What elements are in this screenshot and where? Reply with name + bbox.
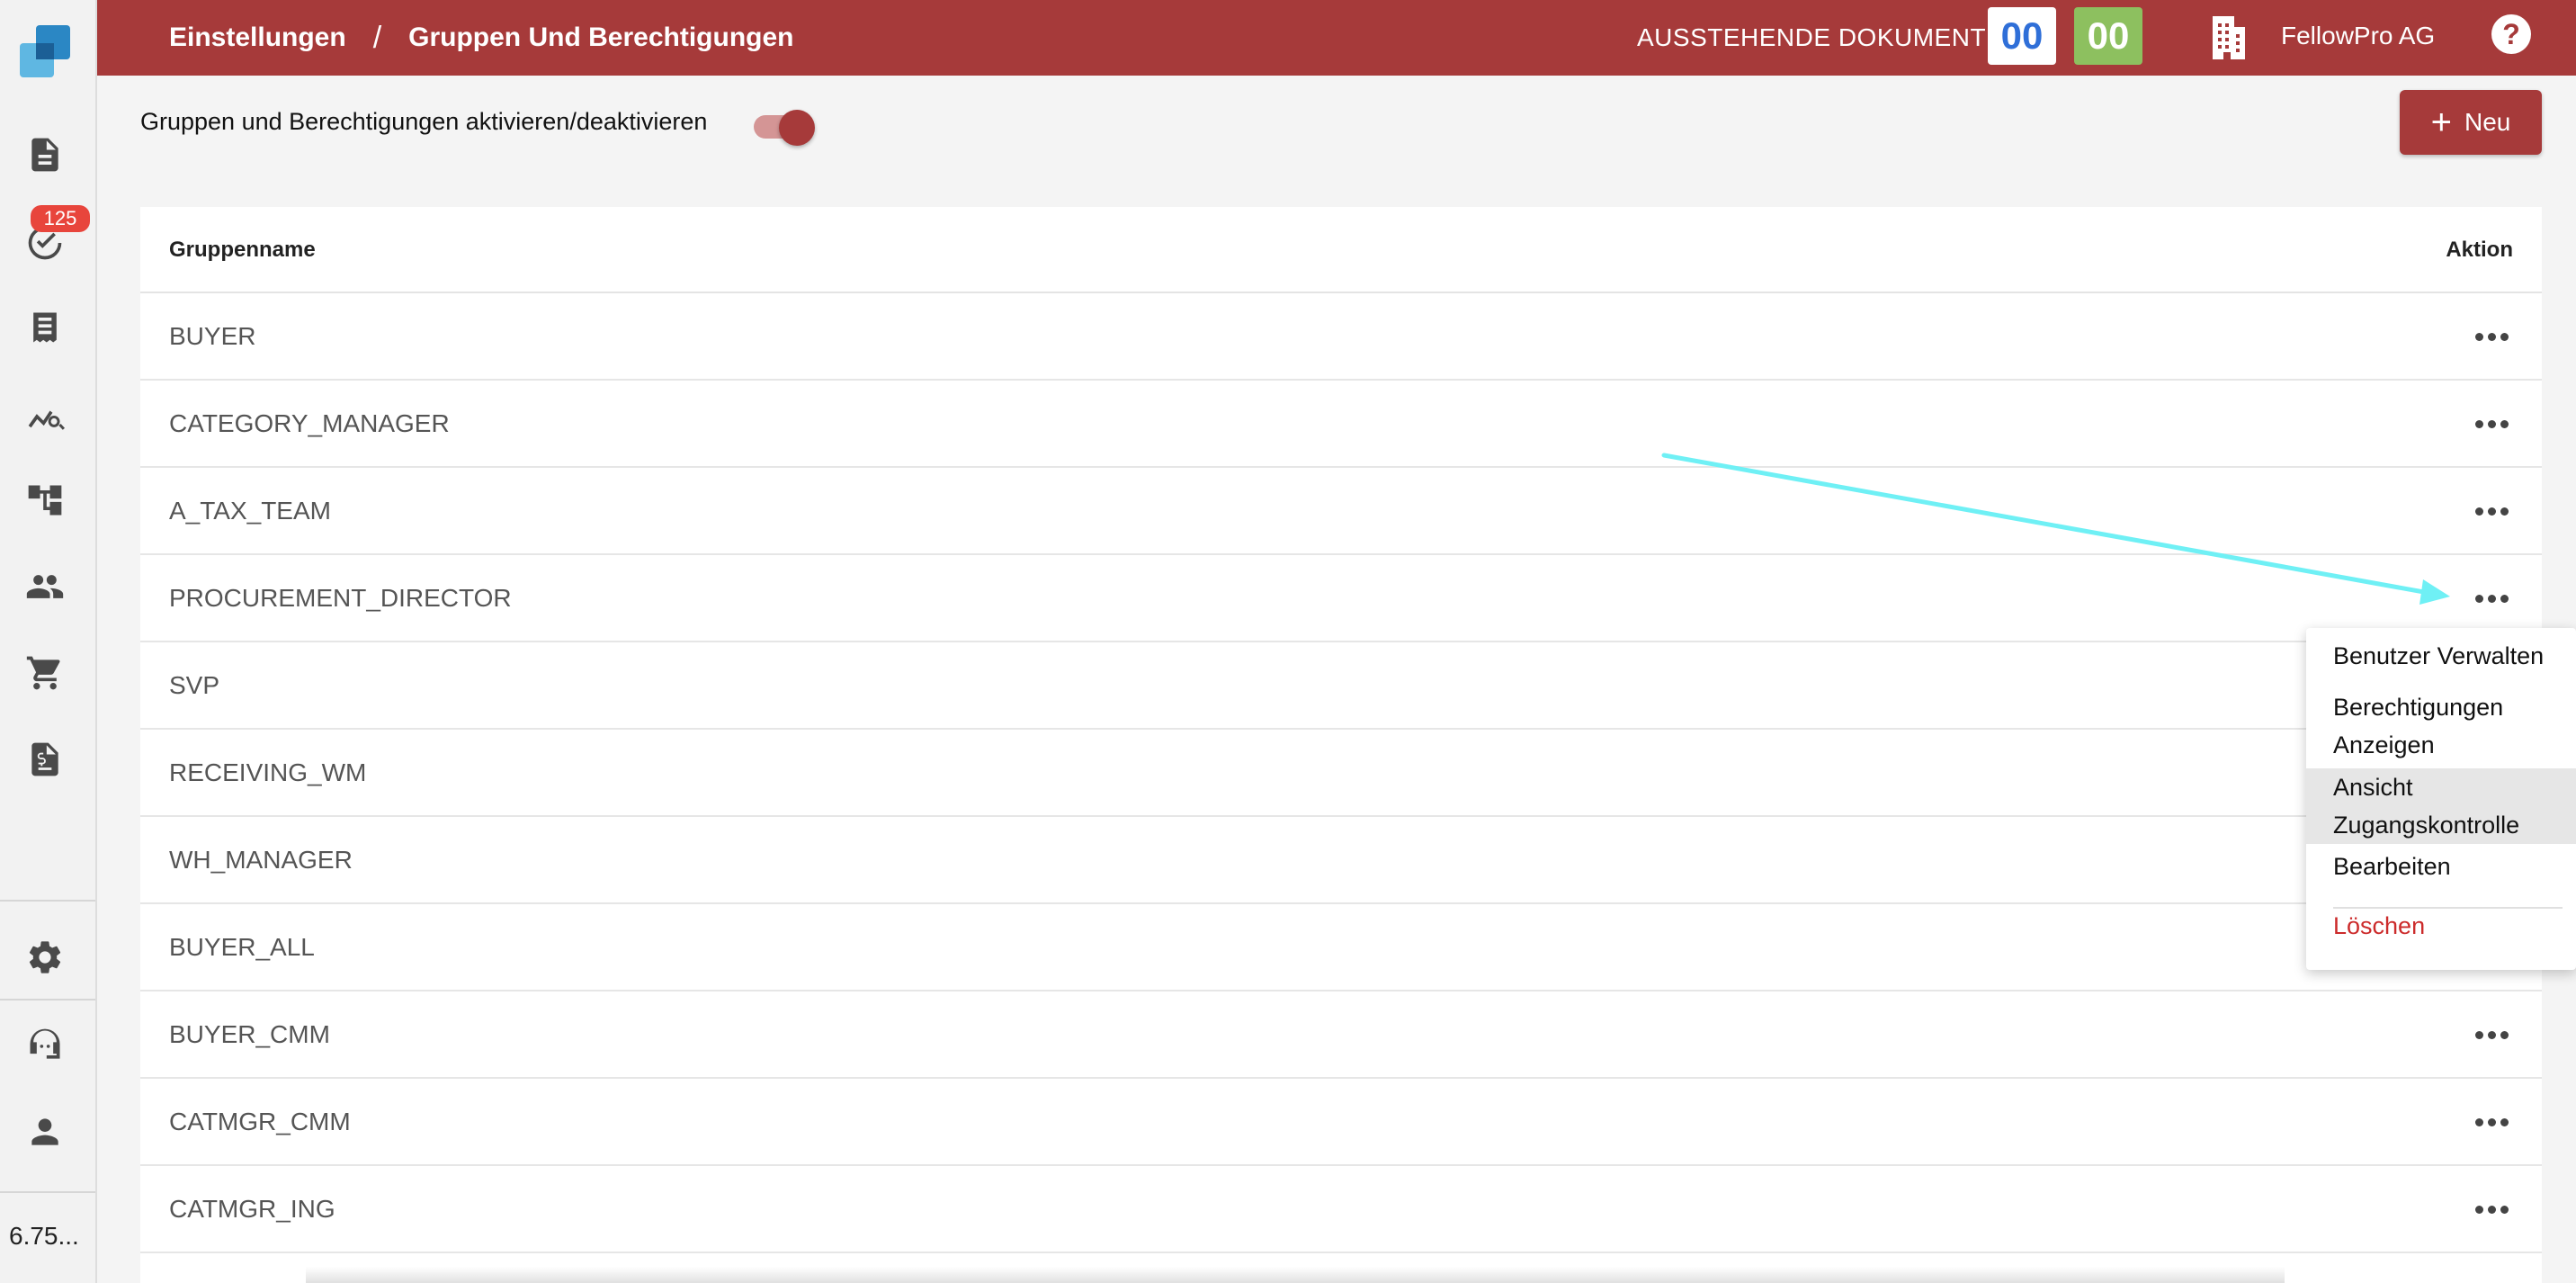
more-dots-icon[interactable] xyxy=(2470,1015,2513,1054)
hierarchy-icon[interactable] xyxy=(22,477,68,524)
table-row: A_TAX_TEAM xyxy=(140,468,2542,555)
person-icon[interactable] xyxy=(22,1108,68,1155)
more-dots-icon[interactable] xyxy=(2470,1102,2513,1142)
table-row: BUYER_CMM xyxy=(140,991,2542,1079)
breadcrumb-settings[interactable]: Einstellungen xyxy=(169,22,346,53)
help-icon[interactable]: ? xyxy=(2490,13,2533,56)
table-row: CATMGR_CMM xyxy=(140,1079,2542,1166)
pending-count-green[interactable]: 00 xyxy=(2074,7,2142,65)
scroll-shadow xyxy=(306,1267,2285,1283)
app-version: 6.75... xyxy=(9,1222,79,1250)
table-row: BUYER xyxy=(140,293,2542,381)
table-row: PROCUREMENT_DIRECTOR xyxy=(140,555,2542,642)
more-dots-icon[interactable] xyxy=(2470,579,2513,618)
breadcrumb-separator: / xyxy=(372,20,382,55)
breadcrumb: Einstellungen / Gruppen Und Berechtigung… xyxy=(169,0,793,76)
receipt-icon[interactable] xyxy=(22,304,68,351)
group-name: WH_MANAGER xyxy=(169,846,353,874)
pending-documents-label: AUSSTEHENDE DOKUMENTE: xyxy=(1637,23,2011,51)
group-name: BUYER xyxy=(169,322,256,350)
row-action-menu: Benutzer Verwalten Berechtigungen Anzeig… xyxy=(2306,628,2576,970)
group-name: BUYER_CMM xyxy=(169,1020,330,1048)
groups-permissions-toggle[interactable] xyxy=(754,110,815,146)
top-header: Einstellungen / Gruppen Und Berechtigung… xyxy=(97,0,2576,76)
table-row: WH_MANAGER xyxy=(140,817,2542,904)
support-headset-icon[interactable] xyxy=(22,1022,68,1069)
sidebar: 125 6.75... xyxy=(0,0,97,1283)
app-logo[interactable] xyxy=(16,23,74,81)
gear-icon[interactable] xyxy=(22,934,68,981)
group-name: CATEGORY_MANAGER xyxy=(169,409,450,437)
group-name: BUYER_ALL xyxy=(169,933,315,961)
cart-icon[interactable] xyxy=(22,650,68,696)
table-header: Gruppenname Aktion xyxy=(140,207,2542,293)
table-row: BUYER_ALL xyxy=(140,904,2542,991)
toggle-label: Gruppen und Berechtigungen aktivieren/de… xyxy=(140,108,708,135)
building-icon xyxy=(2207,14,2250,61)
column-group-name[interactable]: Gruppenname xyxy=(169,207,316,293)
table-row: RECEIVING_WM xyxy=(140,730,2542,817)
group-name: RECEIVING_WM xyxy=(169,758,367,786)
plus-icon: + xyxy=(2430,103,2452,142)
company-name[interactable]: FellowPro AG xyxy=(2281,0,2435,72)
table-row: CATMGR_ING xyxy=(140,1166,2542,1253)
new-button-label: Neu xyxy=(2464,108,2511,136)
menu-manage-users[interactable]: Benutzer Verwalten xyxy=(2306,637,2576,675)
more-dots-icon[interactable] xyxy=(2470,491,2513,531)
menu-view-access-control[interactable]: Ansicht Zugangskontrolle xyxy=(2306,768,2576,844)
groups-table: Gruppenname Aktion BUYER CATEGORY_MANAGER… xyxy=(140,207,2542,1283)
menu-delete[interactable]: Löschen xyxy=(2306,907,2576,945)
pending-count-blue[interactable]: 00 xyxy=(1988,7,2056,65)
more-dots-icon[interactable] xyxy=(2470,317,2513,356)
invoice-icon[interactable] xyxy=(22,736,68,783)
svg-text:?: ? xyxy=(2502,18,2520,50)
task-count-badge: 125 xyxy=(31,205,90,232)
document-icon[interactable] xyxy=(22,131,68,178)
group-name: CATMGR_CMM xyxy=(169,1108,351,1135)
group-name: SVP xyxy=(169,671,220,699)
table-row: SVP xyxy=(140,642,2542,730)
column-action: Aktion xyxy=(2446,238,2513,262)
more-dots-icon[interactable] xyxy=(2470,1189,2513,1229)
more-dots-icon[interactable] xyxy=(2470,404,2513,444)
breadcrumb-groups-permissions: Gruppen Und Berechtigungen xyxy=(408,22,794,52)
group-name: CATMGR_ING xyxy=(169,1195,335,1223)
menu-show-permissions[interactable]: Berechtigungen Anzeigen xyxy=(2306,688,2576,764)
table-row: CATEGORY_MANAGER xyxy=(140,381,2542,468)
group-name: A_TAX_TEAM xyxy=(169,497,331,525)
toggle-knob[interactable] xyxy=(779,110,815,146)
menu-edit[interactable]: Bearbeiten xyxy=(2306,848,2576,885)
group-name: PROCUREMENT_DIRECTOR xyxy=(169,584,512,612)
new-group-button[interactable]: + Neu xyxy=(2400,90,2542,155)
users-icon[interactable] xyxy=(22,563,68,610)
analytics-search-icon[interactable] xyxy=(22,392,68,439)
